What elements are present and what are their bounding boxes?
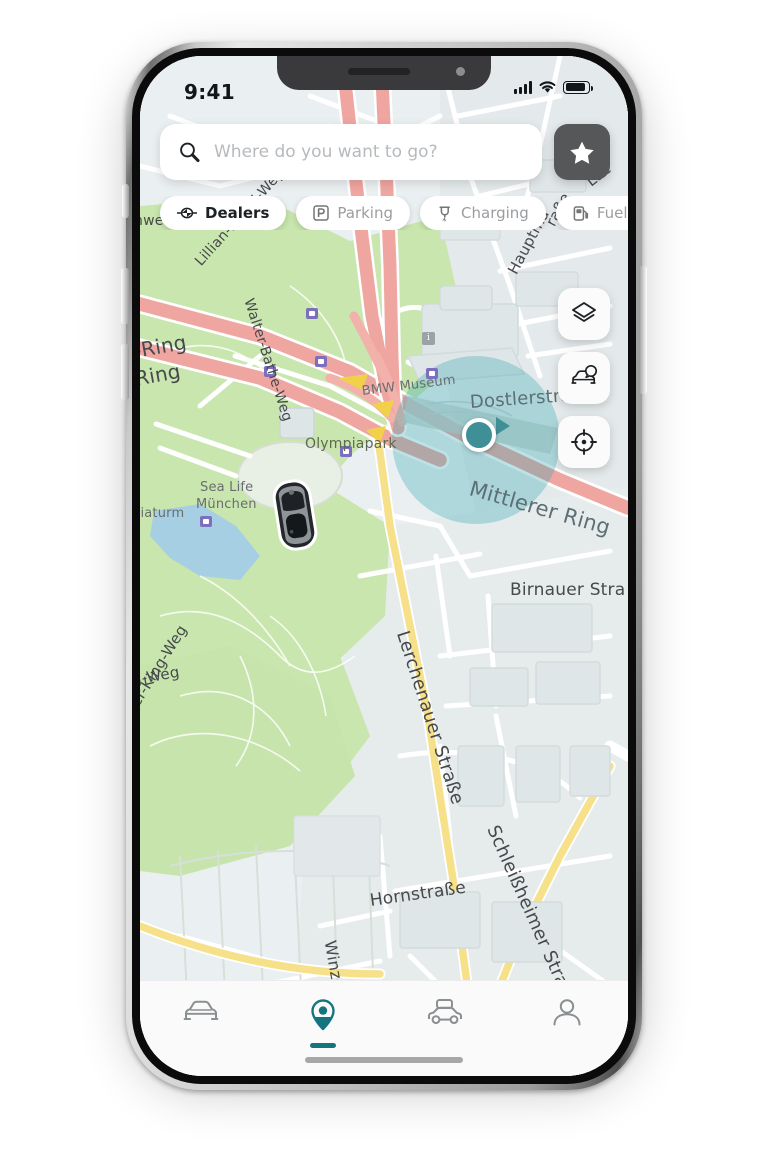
search-row: Where do you want to go? — [160, 124, 610, 180]
map-layers-button[interactable] — [558, 288, 610, 340]
favorites-button[interactable] — [554, 124, 610, 180]
notch — [277, 56, 491, 90]
vehicle-status-button[interactable] — [558, 352, 610, 404]
recenter-button[interactable] — [558, 416, 610, 468]
star-icon — [570, 141, 594, 164]
current-location-dot — [462, 418, 496, 452]
chip-label: Dealers — [205, 204, 270, 222]
poi-marker[interactable] — [315, 356, 327, 367]
chip-charging[interactable]: Charging — [420, 196, 546, 230]
mute-switch-button[interactable] — [122, 184, 129, 218]
car-bubble-icon — [571, 364, 598, 384]
power-button[interactable] — [639, 266, 647, 394]
fuel-pump-icon — [573, 205, 589, 222]
phone-screen: i Lillian-Board-WegWalter-Bathe-Weg-Ring… — [140, 56, 628, 1076]
search-placeholder-text: Where do you want to go? — [214, 142, 438, 162]
earpiece-speaker — [348, 68, 411, 75]
chip-parking[interactable]: Parking — [296, 196, 411, 230]
chip-label: Fuel — [596, 204, 628, 222]
scene: i Lillian-Board-WegWalter-Bathe-Weg-Ring… — [0, 0, 768, 1152]
map-controls — [558, 288, 610, 468]
category-chip-row[interactable]: Dealers Parking Charging Fuel — [152, 196, 628, 230]
chip-label: Charging — [461, 204, 529, 222]
volume-up-button[interactable] — [121, 268, 129, 324]
car-front-icon — [183, 1000, 219, 1020]
chip-label: Parking — [337, 204, 394, 222]
nav-item-vehicle[interactable] — [140, 981, 262, 1076]
poi-marker[interactable] — [426, 368, 438, 379]
chip-dealers[interactable]: Dealers — [160, 196, 287, 230]
poi-marker[interactable] — [340, 446, 352, 457]
person-icon — [553, 999, 581, 1026]
volume-down-button[interactable] — [121, 344, 129, 400]
info-marker-icon[interactable]: i — [422, 332, 435, 345]
front-camera — [456, 67, 465, 76]
nav-active-indicator — [310, 1043, 336, 1048]
poi-marker[interactable] — [200, 516, 212, 527]
search-icon — [180, 142, 200, 163]
charging-plug-icon — [437, 205, 453, 222]
poi-marker[interactable] — [306, 308, 318, 319]
layers-icon — [572, 302, 596, 322]
nav-item-profile[interactable] — [506, 981, 628, 1076]
map-pin-icon — [311, 999, 335, 1031]
poi-marker[interactable] — [264, 366, 276, 377]
parking-p-icon — [313, 205, 330, 221]
bmw-roundel-icon — [177, 206, 197, 220]
crosshair-icon — [571, 429, 597, 455]
home-indicator[interactable] — [305, 1057, 463, 1063]
search-input[interactable]: Where do you want to go? — [160, 124, 542, 180]
car-trip-icon — [428, 999, 462, 1025]
chip-fuel[interactable]: Fuel — [555, 196, 628, 230]
heading-cone-icon — [496, 417, 510, 435]
